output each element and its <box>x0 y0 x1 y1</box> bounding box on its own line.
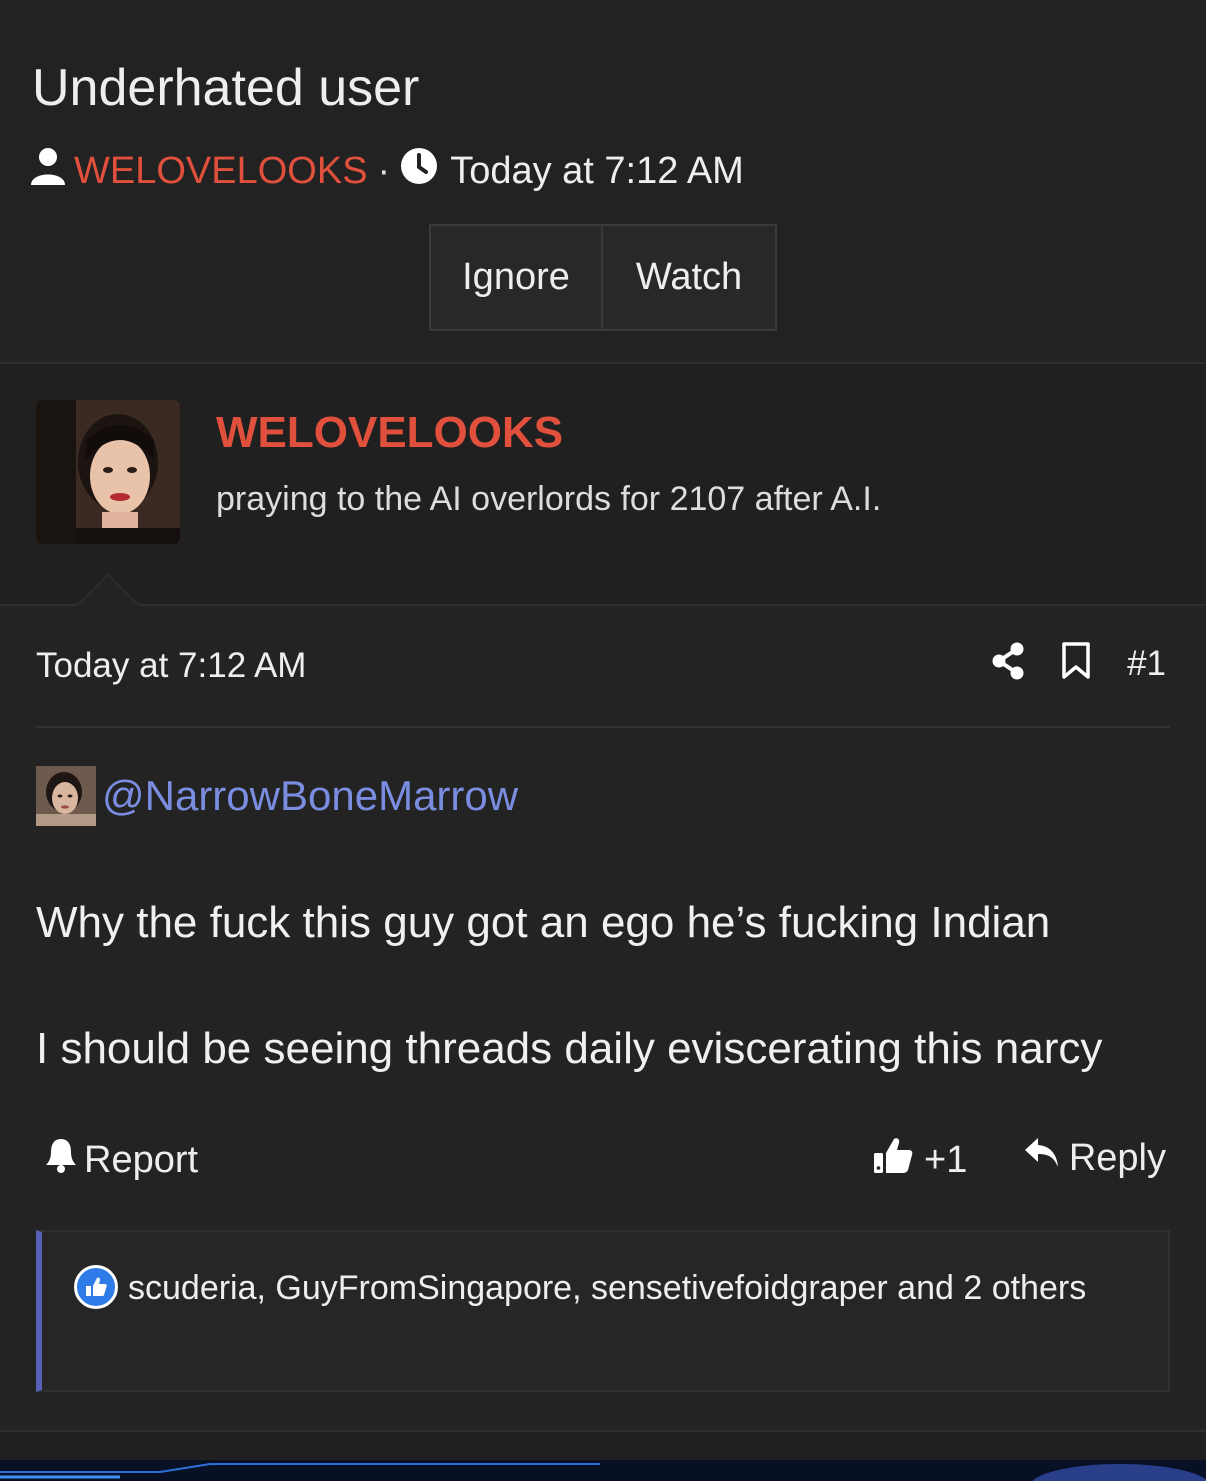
mention-avatar <box>36 766 96 826</box>
ignore-button[interactable]: Ignore <box>429 224 603 331</box>
divider <box>0 1430 1206 1432</box>
post-number-link[interactable]: #1 <box>1127 644 1166 684</box>
reactions-bar[interactable]: scuderia, GuyFromSingapore, sensetivefoi… <box>36 1230 1170 1392</box>
like-button[interactable]: +1 <box>872 1134 967 1186</box>
thumbs-up-icon <box>872 1134 914 1186</box>
thread-author-link[interactable]: WELOVELOOKS <box>74 150 368 193</box>
post-actions: Report +1 Reply <box>0 1130 1206 1190</box>
post-body-line: Why the fuck this guy got an ego he’s fu… <box>36 898 1051 947</box>
thread-meta: WELOVELOOKS · Today at 7:12 AM <box>30 146 744 196</box>
user-mention[interactable]: @NarrowBoneMarrow <box>36 766 518 826</box>
user-title: praying to the AI overlords for 2107 aft… <box>216 480 882 518</box>
thread-header: Underhated user WELOVELOOKS · Today at 7… <box>0 0 1206 362</box>
thread-time[interactable]: Today at 7:12 AM <box>450 150 744 193</box>
meta-separator: · <box>377 149 391 192</box>
clock-icon <box>400 147 438 195</box>
reply-label: Reply <box>1068 1136 1166 1179</box>
like-count: +1 <box>924 1138 968 1181</box>
reply-icon <box>1023 1136 1061 1180</box>
mention-username[interactable]: @NarrowBoneMarrow <box>102 772 518 820</box>
thread-title: Underhated user <box>32 59 420 117</box>
post-author-name[interactable]: WELOVELOOKS <box>216 408 563 458</box>
share-icon[interactable] <box>991 642 1025 685</box>
watch-button[interactable]: Watch <box>603 224 777 331</box>
reply-button[interactable]: Reply <box>1023 1136 1166 1180</box>
reactions-list: scuderia, GuyFromSingapore, sensetivefoi… <box>128 1269 1087 1307</box>
post-body-line: I should be seeing threads daily eviscer… <box>36 1024 1103 1073</box>
report-label: Report <box>84 1138 199 1181</box>
bell-icon <box>44 1136 78 1184</box>
report-button[interactable]: Report <box>44 1136 198 1184</box>
post-user-card: WELOVELOOKS praying to the AI overlords … <box>0 364 1206 604</box>
post-message: Today at 7:12 AM #1 @NarrowBoneMarrow Wh… <box>0 606 1206 1431</box>
avatar[interactable] <box>36 400 180 544</box>
bookmark-icon[interactable] <box>1061 642 1091 685</box>
post-tools: #1 <box>991 642 1166 685</box>
like-reaction-icon <box>74 1265 118 1310</box>
thread-actions: Ignore Watch <box>429 224 777 331</box>
message-arrow-inner <box>78 576 138 606</box>
post-time[interactable]: Today at 7:12 AM <box>36 646 306 686</box>
post-header-divider <box>36 726 1170 728</box>
user-icon <box>30 146 66 196</box>
footer-banner <box>0 1460 1206 1481</box>
